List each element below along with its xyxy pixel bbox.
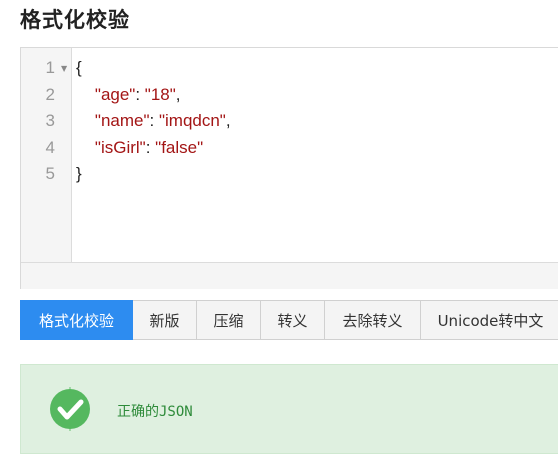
- code-line: {: [76, 58, 82, 77]
- json-key: "name": [94, 111, 150, 130]
- editor-status-bar: [21, 262, 558, 289]
- unicode-to-chinese-button[interactable]: Unicode转中文: [421, 300, 558, 340]
- line-number: 2: [45, 85, 55, 104]
- compress-button[interactable]: 压缩: [197, 300, 261, 340]
- escape-button[interactable]: 转义: [261, 300, 325, 340]
- json-key: "age": [94, 85, 136, 104]
- json-value: "false": [155, 138, 204, 157]
- format-validate-button[interactable]: 格式化校验: [20, 300, 133, 340]
- code-line: "name": "imqdcn",: [94, 111, 231, 130]
- json-value: "imqdcn": [158, 111, 226, 130]
- code-line: "isGirl": "false": [94, 138, 204, 157]
- page-title: 格式化校验: [20, 8, 130, 32]
- unescape-button[interactable]: 去除转义: [325, 300, 421, 340]
- line-gutter: 1 ▼ 2 3 4 5: [21, 48, 72, 262]
- validation-result: 正确的JSON: [20, 364, 558, 454]
- code-line: }: [76, 164, 82, 183]
- check-circle-icon: [50, 387, 90, 431]
- line-number: 5: [45, 164, 55, 183]
- code-line: "age": "18",: [94, 85, 181, 104]
- new-version-button[interactable]: 新版: [133, 300, 197, 340]
- action-toolbar: 格式化校验 新版 压缩 转义 去除转义 Unicode转中文: [20, 300, 558, 340]
- line-number: 1: [45, 58, 55, 77]
- line-number: 3: [45, 111, 55, 130]
- page: 格式化校验 1 ▼ 2 3 4 5 { "age": "18", "name":…: [0, 0, 558, 458]
- line-number: 4: [45, 138, 55, 157]
- fold-arrow-icon[interactable]: ▼: [61, 64, 67, 73]
- json-key: "isGirl": [94, 138, 146, 157]
- json-editor[interactable]: 1 ▼ 2 3 4 5 { "age": "18", "name": "imqd…: [20, 47, 558, 289]
- json-value: "18": [144, 85, 176, 104]
- result-message: 正确的JSON: [117, 404, 193, 420]
